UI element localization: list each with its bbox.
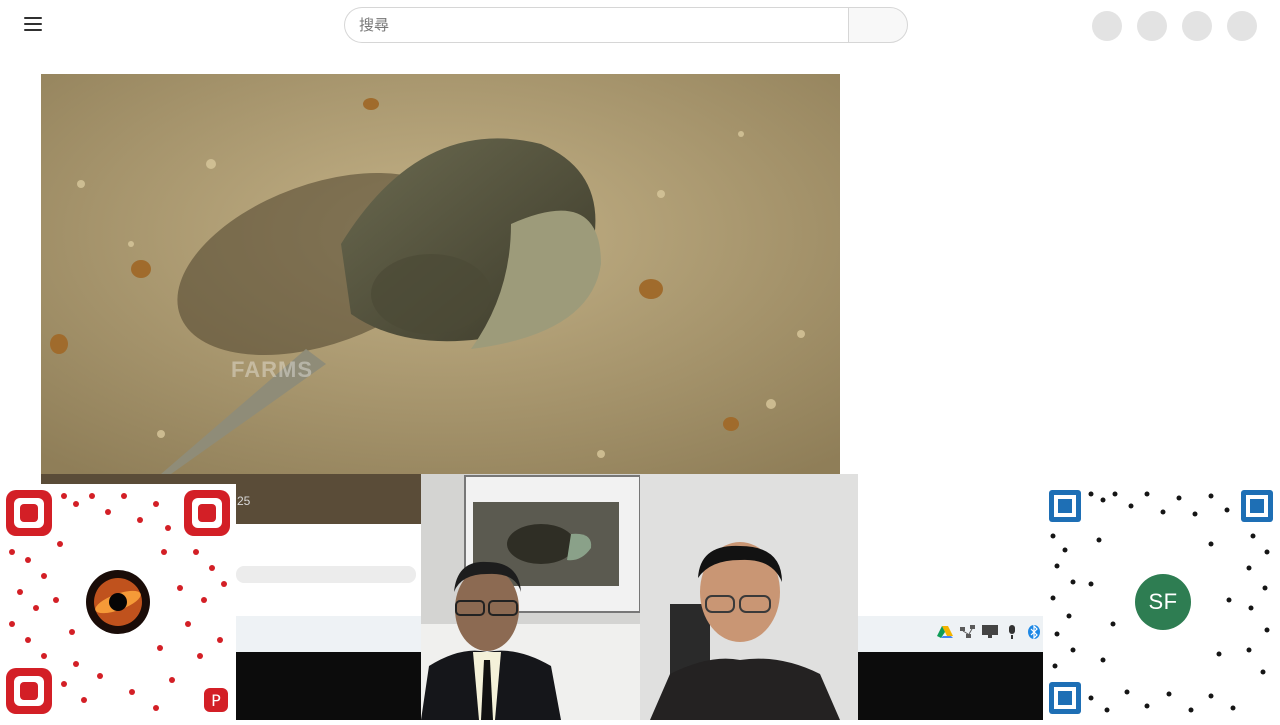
toolbar-icon-3[interactable] [1182, 11, 1212, 41]
video-frame-horseshoe-crab [41, 74, 840, 474]
video-time-fragment: 25 [237, 494, 251, 508]
bluetooth-icon[interactable] [1028, 625, 1040, 639]
svg-text:P: P [211, 691, 221, 710]
avatar[interactable] [1227, 11, 1257, 41]
toolbar-icon-2[interactable] [1137, 11, 1167, 41]
webcam-feed-presenter-1 [421, 474, 640, 720]
video-watermark: FARMS [231, 357, 313, 382]
monitor-icon[interactable] [982, 625, 998, 639]
network-icon[interactable] [960, 625, 976, 639]
search-input[interactable] [344, 7, 848, 43]
qr-code-red[interactable]: P [0, 484, 236, 720]
qr-center-badge: SF [1135, 574, 1191, 630]
search-bar [344, 7, 908, 43]
search-button[interactable] [848, 7, 908, 43]
toolbar-icon-1[interactable] [1092, 11, 1122, 41]
menu-icon[interactable] [24, 17, 42, 31]
webcam-feed-presenter-2 [640, 474, 858, 720]
drive-icon[interactable] [937, 625, 953, 639]
microphone-icon[interactable] [1006, 625, 1018, 639]
loading-placeholder-bar [236, 566, 416, 583]
video-player[interactable]: FARMS [41, 74, 840, 474]
